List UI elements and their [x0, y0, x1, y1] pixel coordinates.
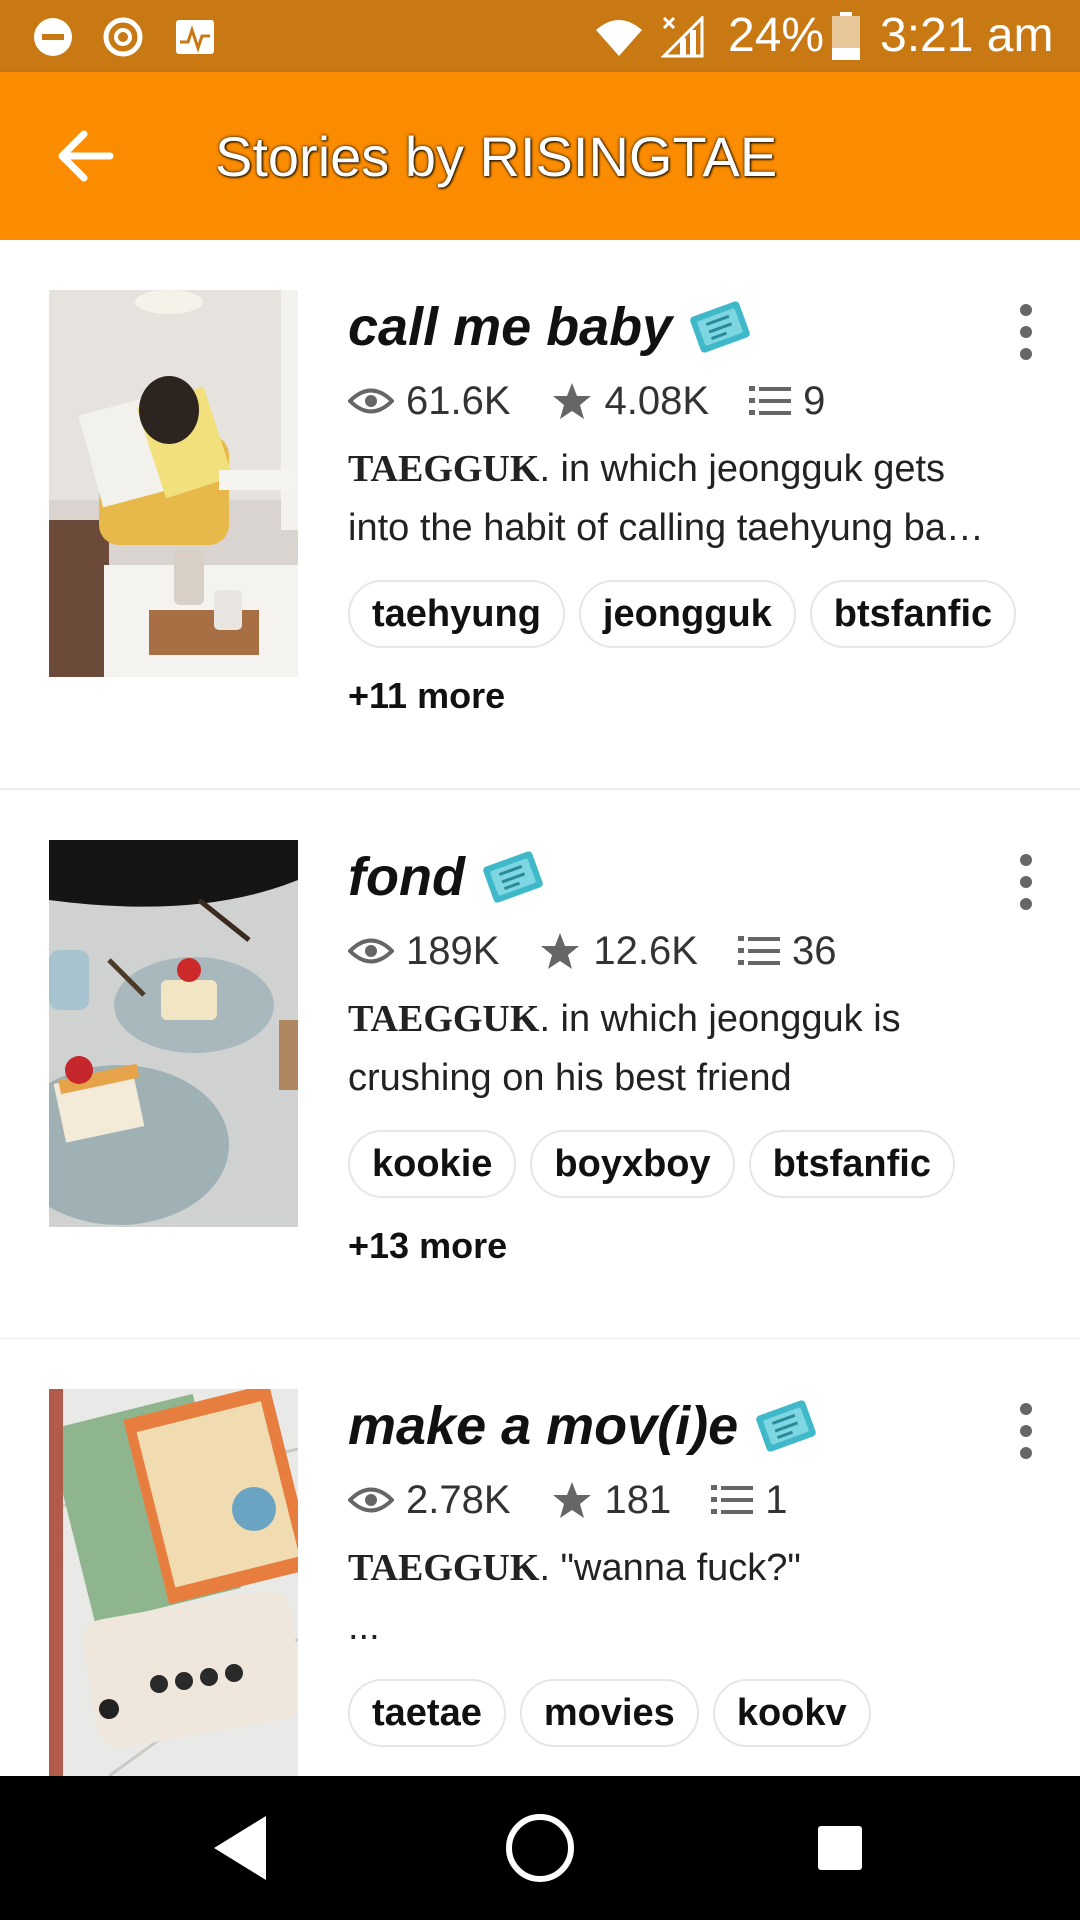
part-count: 36	[791, 928, 837, 973]
status-bar: 24% 3:21 am	[0, 0, 1080, 72]
parts-list-icon	[711, 1485, 754, 1514]
eye-icon	[348, 938, 394, 964]
battery-icon	[832, 12, 860, 60]
vote-count: 12.6K	[593, 928, 698, 973]
back-nav-icon[interactable]	[200, 1808, 280, 1888]
parts-list-icon	[737, 936, 780, 965]
story-cover-image[interactable]	[49, 290, 298, 677]
tag-chip[interactable]: movies	[519, 1679, 699, 1747]
parts-list-icon	[749, 386, 792, 415]
view-count: 2.78K	[406, 1477, 511, 1522]
tag-chip[interactable]: taetae	[348, 1679, 506, 1747]
tag-chip[interactable]: kookv	[712, 1679, 871, 1747]
vote-count: 181	[604, 1477, 672, 1522]
tag-chip[interactable]: btsfanfic	[748, 1130, 955, 1198]
home-nav-icon[interactable]	[500, 1808, 580, 1888]
do-not-disturb-icon	[34, 18, 72, 56]
tag-chip[interactable]: kookie	[348, 1130, 517, 1198]
part-count: 9	[803, 378, 826, 423]
paid-story-ticket-icon	[483, 851, 543, 903]
story-title[interactable]: make a mov(i)e	[348, 1395, 738, 1457]
more-tags-link[interactable]: +13 more	[348, 1225, 507, 1267]
story-card[interactable]: call me baby 61.6K 4.08K 9 TAEGGUK. in w…	[0, 240, 1080, 790]
tag-chip[interactable]: btsfanfic	[809, 580, 1017, 648]
part-count: 1	[765, 1477, 788, 1522]
tag-chip[interactable]: jeongguk	[578, 580, 796, 648]
view-count: 61.6K	[406, 378, 511, 423]
battery-percent: 24%	[728, 9, 825, 62]
story-description: TAEGGUK. in which jeongguk gets into the…	[348, 448, 984, 549]
more-options-icon[interactable]	[1006, 1399, 1046, 1463]
wifi-icon	[596, 20, 642, 56]
tag-list: taehyung jeongguk btsfanfic	[348, 580, 1030, 648]
star-icon	[552, 1482, 591, 1518]
story-stats: 2.78K 181 1	[348, 1475, 828, 1525]
app-bar: Stories by RISINGTAE	[0, 72, 1080, 240]
star-icon	[541, 933, 580, 969]
story-description: TAEGGUK. "wanna fuck?" ...	[348, 1547, 801, 1648]
story-cover-image[interactable]	[49, 840, 298, 1227]
signal-icon	[660, 16, 704, 58]
more-options-icon[interactable]	[1006, 300, 1046, 364]
paid-story-ticket-icon	[690, 301, 750, 353]
story-card[interactable]: fond 189K 12.6K 36 TAEGGUK. in which jeo…	[0, 790, 1080, 1340]
eye-icon	[348, 1487, 394, 1513]
activity-icon	[176, 20, 214, 54]
story-title[interactable]: fond	[348, 846, 465, 908]
vote-count: 4.08K	[604, 378, 710, 423]
story-cover-image[interactable]	[49, 1389, 298, 1776]
story-title[interactable]: call me baby	[348, 296, 672, 358]
story-description: TAEGGUK. in which jeongguk is crushing o…	[348, 998, 901, 1099]
view-count: 189K	[406, 928, 500, 973]
story-stats: 189K 12.6K 36	[348, 926, 876, 976]
tag-chip[interactable]: taehyung	[348, 580, 565, 648]
page-title: Stories by RISINGTAE	[215, 125, 778, 188]
sync-icon	[103, 17, 143, 57]
tag-list: taetae movies kookv	[348, 1679, 885, 1747]
tag-list: kookie boyxboy btsfanfic	[348, 1130, 969, 1198]
paid-story-ticket-icon	[756, 1400, 816, 1452]
back-arrow-icon[interactable]	[38, 109, 132, 203]
story-stats: 61.6K 4.08K 9	[348, 376, 865, 426]
clock: 3:21 am	[880, 9, 1054, 62]
more-options-icon[interactable]	[1006, 850, 1046, 914]
recents-nav-icon[interactable]	[800, 1808, 880, 1888]
eye-icon	[348, 388, 394, 414]
tag-chip[interactable]: boyxboy	[530, 1130, 735, 1198]
star-icon	[552, 383, 591, 419]
more-tags-link[interactable]: +11 more	[348, 675, 505, 717]
system-nav-bar	[0, 1776, 1080, 1920]
